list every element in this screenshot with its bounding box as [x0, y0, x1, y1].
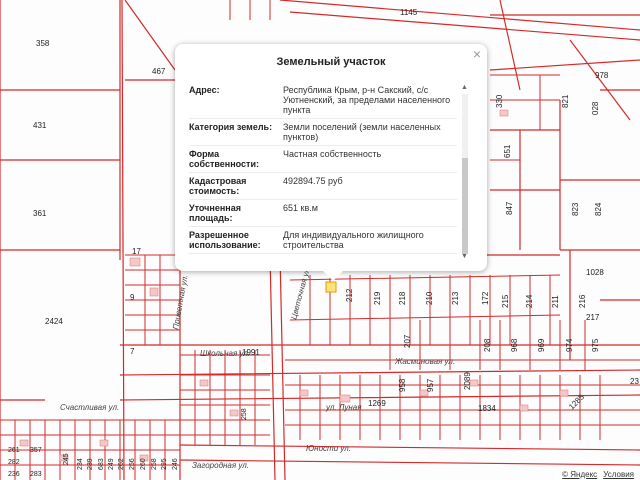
parcel-number: 978 — [595, 71, 609, 80]
street-name: Приветная ул. — [171, 274, 190, 330]
parcel-number: 214 — [525, 294, 534, 308]
street-name: Загородная ул. — [192, 461, 249, 470]
parcel-number: 358 — [36, 39, 50, 48]
street-name: Юности ул. — [306, 444, 351, 453]
attribute-table: Адрес: Республика Крым, р-н Сакский, с/с … — [189, 82, 457, 260]
parcel-number: 7 — [130, 347, 135, 356]
parcel-number: 261 — [8, 447, 20, 454]
attr-row-cost: Кадастровая стоимость: 492894.75 руб — [189, 173, 457, 200]
parcel-number: 958 — [398, 378, 407, 392]
parcel-number: 823 — [571, 202, 580, 216]
parcel-number: 211 — [551, 295, 560, 308]
attr-label: Уточненная площадь: — [189, 203, 241, 223]
parcel-number: 213 — [451, 291, 460, 305]
attr-row-area: Уточненная площадь: 651 кв.м — [189, 200, 457, 227]
scrollbar-thumb[interactable] — [462, 158, 468, 254]
scroll-down-icon[interactable]: ▼ — [461, 253, 468, 260]
parcel-number: 256 — [129, 458, 136, 470]
terms-link[interactable]: Условия — [603, 470, 634, 479]
attr-label: Категория земель: — [189, 122, 273, 132]
copyright-link[interactable]: © Яндекс — [562, 470, 597, 479]
parcel-number: 975 — [591, 338, 600, 352]
street-name: Жасминовая ул. — [394, 357, 455, 366]
parcel-number: 23 — [630, 377, 639, 386]
parcel-number: 1834 — [478, 404, 496, 413]
parcel-number: 258 — [151, 458, 158, 470]
parcel-number: 957 — [426, 378, 435, 392]
parcel-number: 330 — [495, 94, 504, 108]
parcel-number: 208 — [483, 338, 492, 352]
parcel-number: 974 — [565, 338, 574, 352]
parcel-number: 361 — [33, 209, 47, 218]
parcel-number: 969 — [537, 338, 546, 352]
street-name: Цветочная ул. — [289, 265, 312, 320]
attr-value: Для индивидуального жилищного строительс… — [283, 230, 424, 250]
parcel-number: 262 — [118, 458, 125, 470]
map-attribution: © Яндекс Условия — [554, 470, 636, 479]
parcel-number: 1269 — [368, 399, 386, 408]
parcel-number: 467 — [152, 67, 166, 76]
parcel-info-popup: Земельный участок × Адрес: Республика Кры… — [175, 44, 487, 281]
parcel-number: 9 — [130, 293, 135, 302]
parcel-number: 212 — [345, 288, 354, 302]
attr-value: Земли поселений (земли населенных пункто… — [283, 122, 441, 142]
parcel-number: 207 — [403, 334, 412, 348]
parcel-number: 218 — [398, 291, 407, 305]
attr-row-category: Категория земель: Земли поселений (земли … — [189, 119, 457, 146]
selected-parcel-marker — [325, 281, 337, 293]
attr-row-usage: Разрешенное использование: Для индивидуал… — [189, 227, 457, 254]
attr-label: Форма собственности: — [189, 149, 259, 169]
parcel-number: 217 — [586, 313, 600, 322]
parcel-number: 1145 — [400, 8, 418, 17]
parcel-number: 245 — [63, 453, 70, 465]
parcel-number: 215 — [501, 294, 510, 308]
parcel-number: 249 — [108, 458, 115, 470]
parcel-number: 431 — [33, 121, 47, 130]
parcel-number: 219 — [373, 291, 382, 305]
scroll-up-icon[interactable]: ▲ — [461, 84, 468, 91]
parcel-number: 847 — [505, 201, 514, 215]
parcel-number: 028 — [591, 101, 600, 115]
parcel-number: 260 — [140, 458, 147, 470]
parcel-number: 821 — [561, 94, 570, 108]
street-name: Счастливая ул. — [60, 403, 119, 412]
parcel-number: 172 — [481, 291, 490, 305]
attr-value: 492894.75 руб — [283, 176, 343, 186]
street-name: ул. Луная — [325, 403, 362, 412]
parcel-number: 246 — [172, 458, 179, 470]
parcel-number: 295 — [161, 458, 168, 470]
attr-label: Адрес: — [189, 85, 220, 95]
parcel-number: 234 — [77, 458, 84, 470]
street-name: Школьная ул. — [200, 349, 250, 358]
parcel-number: 2089 — [463, 372, 472, 390]
parcel-number: 239 — [87, 458, 94, 470]
popup-scrollbar[interactable]: ▲ ▼ — [461, 84, 469, 260]
parcel-number: 824 — [594, 202, 603, 216]
parcel-number: 683 — [98, 458, 105, 470]
parcel-number: 258 — [241, 408, 248, 420]
parcel-number: 968 — [510, 338, 519, 352]
parcel-number: 651 — [503, 144, 512, 158]
parcel-number: 210 — [425, 291, 434, 305]
attr-row-address: Адрес: Республика Крым, р-н Сакский, с/с … — [189, 82, 457, 119]
attr-row-ownership: Форма собственности: Частная собственност… — [189, 146, 457, 173]
parcel-number: 2424 — [45, 317, 63, 326]
parcel-number: 283 — [30, 471, 42, 478]
parcel-number: 17 — [132, 247, 141, 256]
parcel-number: 282 — [8, 459, 20, 466]
parcel-number: 216 — [578, 294, 587, 308]
attr-label: Разрешенное использование: — [189, 230, 261, 250]
attr-value: Республика Крым, р-н Сакский, с/с Уютнен… — [283, 85, 451, 115]
popup-title: Земельный участок — [276, 56, 386, 68]
parcel-number: 1028 — [586, 268, 604, 277]
close-icon[interactable]: × — [473, 47, 481, 61]
attr-value: Частная собственность — [283, 149, 382, 159]
attr-value: 651 кв.м — [283, 203, 318, 213]
parcel-number: 357 — [30, 447, 42, 454]
attr-label: Кадастровая стоимость: — [189, 176, 247, 196]
parcel-number: 236 — [8, 471, 20, 478]
